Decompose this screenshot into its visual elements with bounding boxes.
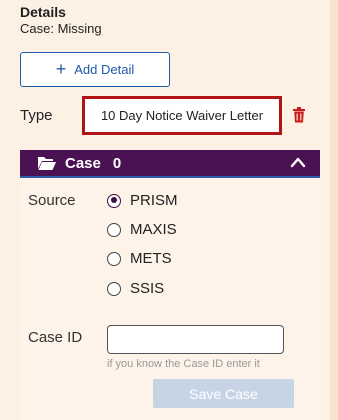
section-title: Details [20, 4, 66, 20]
radio-label: MAXIS [130, 221, 177, 238]
radio-label: METS [130, 250, 172, 267]
type-value: 10 Day Notice Waiver Letter [100, 108, 264, 123]
radio-maxis[interactable] [107, 222, 121, 237]
radio-prism[interactable] [107, 193, 121, 208]
source-option-maxis[interactable]: MAXIS [107, 221, 177, 238]
case-status: Case: Missing [20, 21, 102, 36]
source-label: Source [28, 192, 76, 209]
add-detail-label: Add Detail [74, 62, 135, 77]
case-id-input[interactable] [107, 325, 284, 354]
source-option-mets[interactable]: METS [107, 250, 172, 267]
case-count: 0 [112, 154, 122, 172]
folder-open-icon [38, 157, 56, 170]
case-id-label: Case ID [28, 329, 83, 346]
case-section-header[interactable]: Case 0 [20, 150, 320, 178]
radio-mets[interactable] [107, 251, 121, 266]
radio-ssis[interactable] [107, 281, 121, 296]
type-label: Type [20, 107, 53, 124]
source-option-prism[interactable]: PRISM [107, 192, 178, 209]
panel-edge [330, 0, 338, 420]
source-option-ssis[interactable]: SSIS [107, 280, 164, 297]
chevron-up-icon[interactable] [290, 156, 306, 168]
add-detail-button[interactable]: + Add Detail [20, 52, 170, 87]
save-case-button[interactable]: Save Case [153, 379, 294, 408]
case-section-title: Case [65, 154, 101, 172]
case-id-hint: if you know the Case ID enter it [107, 358, 260, 370]
plus-icon: + [55, 58, 67, 79]
radio-label: PRISM [130, 192, 178, 209]
type-select[interactable]: 10 Day Notice Waiver Letter [82, 96, 282, 135]
trash-icon[interactable] [292, 107, 306, 123]
radio-label: SSIS [130, 280, 165, 297]
